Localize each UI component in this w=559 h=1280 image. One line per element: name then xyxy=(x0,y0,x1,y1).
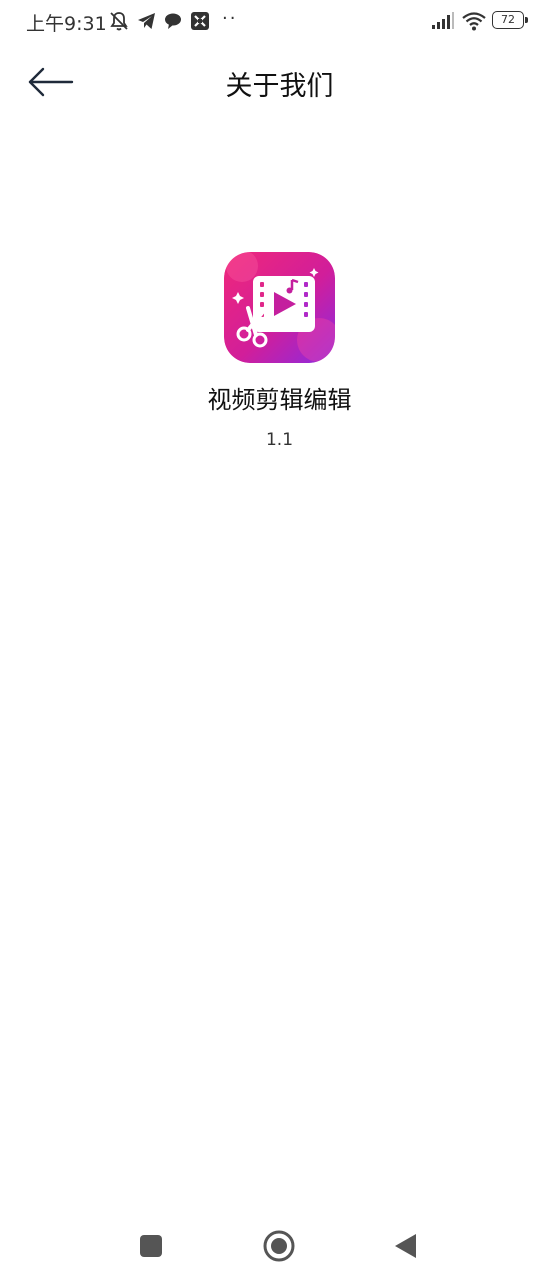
status-time: 上午9:31 xyxy=(26,13,107,35)
app-version: 1.1 xyxy=(265,430,294,450)
status-more-dots: ·· xyxy=(222,8,238,29)
wifi-icon xyxy=(462,12,486,31)
telegram-icon xyxy=(138,13,155,29)
app-notification-icon xyxy=(191,12,209,30)
mute-bell-icon xyxy=(110,12,128,31)
battery-icon: 72 xyxy=(492,11,528,29)
home-icon[interactable] xyxy=(259,1226,299,1266)
signal-icon xyxy=(432,12,454,29)
navigation-bar xyxy=(0,1212,559,1280)
recent-apps-icon[interactable] xyxy=(131,1226,171,1266)
page-title: 关于我们 xyxy=(225,71,334,102)
chat-bubble-icon xyxy=(165,13,181,29)
video-editor-app-icon xyxy=(224,252,335,363)
status-bar: 上午9:31 ·· 72 xyxy=(0,0,559,44)
back-triangle-icon[interactable] xyxy=(386,1226,426,1266)
header: 关于我们 xyxy=(0,44,559,120)
app-name: 视频剪辑编辑 xyxy=(207,386,352,414)
